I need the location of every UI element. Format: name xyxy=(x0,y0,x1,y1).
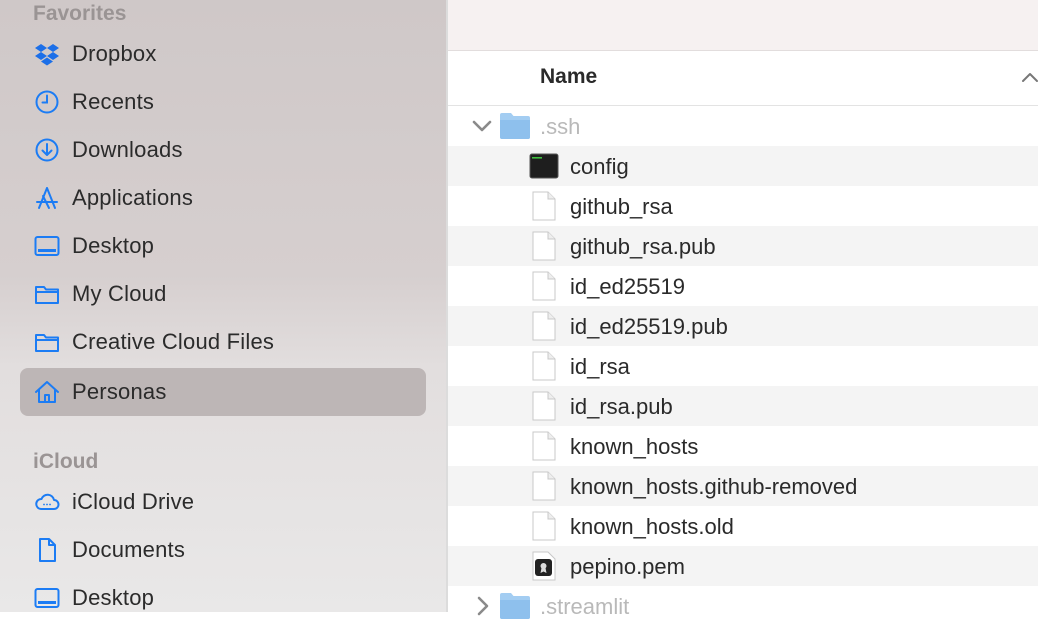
file-row-known-hosts-old[interactable]: known_hosts.old xyxy=(448,506,1038,546)
sidebar-item-label: Recents xyxy=(72,89,155,114)
download-icon xyxy=(33,136,61,164)
file-name: pepino.pem xyxy=(570,554,685,579)
name-column-header[interactable]: Name xyxy=(540,65,597,89)
document-icon xyxy=(532,511,556,541)
file-name: config xyxy=(570,154,629,179)
file-row-id-rsa[interactable]: id_rsa xyxy=(448,346,1038,386)
sidebar-item-applications[interactable]: Applications xyxy=(20,174,426,222)
sidebar-item-personas[interactable]: Personas xyxy=(20,368,426,416)
folder-icon xyxy=(500,113,530,139)
sidebar-item-label: My Cloud xyxy=(72,281,167,306)
sidebar: Favorites Dropbox Recents Downloads Appl… xyxy=(0,0,446,612)
sidebar-item-label: Dropbox xyxy=(72,41,157,66)
file-name: known_hosts.old xyxy=(570,514,734,539)
sidebar-item-documents[interactable]: Documents xyxy=(20,526,426,574)
toolbar xyxy=(448,0,1038,51)
file-row-streamlit[interactable]: .streamlit xyxy=(448,586,1038,626)
file-name: .ssh xyxy=(540,114,581,139)
document-icon xyxy=(532,351,556,381)
file-name: known_hosts.github-removed xyxy=(570,474,858,499)
file-row-id-ed25519[interactable]: id_ed25519 xyxy=(448,266,1038,306)
desktop-icon xyxy=(33,584,61,612)
document-icon xyxy=(532,471,556,501)
file-row-config[interactable]: config xyxy=(448,146,1038,186)
home-icon xyxy=(33,378,61,406)
file-row-ssh[interactable]: .ssh xyxy=(448,106,1038,146)
folder-icon xyxy=(33,280,61,308)
favorites-section-title: Favorites xyxy=(33,2,127,25)
document-icon xyxy=(532,191,556,221)
sidebar-item-my-cloud[interactable]: My Cloud xyxy=(20,270,426,318)
file-name: id_ed25519 xyxy=(570,274,686,299)
terminal-icon xyxy=(529,153,559,179)
sidebar-item-label: Desktop xyxy=(72,233,155,258)
file-name: known_hosts xyxy=(570,434,699,459)
file-row-github-rsa[interactable]: github_rsa xyxy=(448,186,1038,226)
sidebar-item-creative-cloud-files[interactable]: Creative Cloud Files xyxy=(20,318,426,366)
folder-icon xyxy=(500,593,530,619)
clock-icon xyxy=(33,88,61,116)
sidebar-item-dropbox[interactable]: Dropbox xyxy=(20,30,426,78)
file-name: .streamlit xyxy=(540,594,630,619)
desktop-icon xyxy=(33,232,61,260)
sidebar-item-label: iCloud Drive xyxy=(72,489,195,514)
sort-ascending-icon[interactable] xyxy=(1020,67,1038,87)
file-name: id_ed25519.pub xyxy=(570,314,728,339)
sidebar-item-downloads[interactable]: Downloads xyxy=(20,126,426,174)
document-icon xyxy=(532,311,556,341)
sidebar-item-label: Desktop xyxy=(72,585,155,610)
file-row-id-rsa-pub[interactable]: id_rsa.pub xyxy=(448,386,1038,426)
document-icon xyxy=(33,536,61,564)
file-name: github_rsa.pub xyxy=(570,234,716,259)
document-icon xyxy=(532,431,556,461)
icloud-section-title: iCloud xyxy=(33,450,99,473)
applications-icon xyxy=(33,184,61,212)
file-row-known-hosts-github-removed[interactable]: known_hosts.github-removed xyxy=(448,466,1038,506)
sidebar-item-recents[interactable]: Recents xyxy=(20,78,426,126)
icloud-icon xyxy=(33,488,61,516)
column-header[interactable]: Name xyxy=(448,51,1038,106)
certificate-icon xyxy=(532,551,556,581)
folder-icon xyxy=(33,328,61,356)
file-row-known-hosts[interactable]: known_hosts xyxy=(448,426,1038,466)
file-list: .ssh config github_rsa github_rsa.pub id… xyxy=(448,106,1038,619)
file-row-pepino-pem[interactable]: pepino.pem xyxy=(448,546,1038,586)
sidebar-item-label: Downloads xyxy=(72,137,183,162)
sidebar-item-icloud-desktop[interactable]: Desktop xyxy=(20,574,426,612)
sidebar-item-desktop[interactable]: Desktop xyxy=(20,222,426,270)
file-row-id-ed25519-pub[interactable]: id_ed25519.pub xyxy=(448,306,1038,346)
chevron-right-icon[interactable] xyxy=(470,594,494,618)
sidebar-item-label: Applications xyxy=(72,185,194,210)
sidebar-item-label: Creative Cloud Files xyxy=(72,329,275,354)
sidebar-item-label: Documents xyxy=(72,537,186,562)
sidebar-item-icloud-drive[interactable]: iCloud Drive xyxy=(20,478,426,526)
file-name: id_rsa xyxy=(570,354,630,379)
document-icon xyxy=(532,271,556,301)
file-row-github-rsa-pub[interactable]: github_rsa.pub xyxy=(448,226,1038,266)
sidebar-item-label: Personas xyxy=(72,379,167,404)
file-name: github_rsa xyxy=(570,194,673,219)
file-name: id_rsa.pub xyxy=(570,394,673,419)
chevron-down-icon[interactable] xyxy=(470,114,494,138)
document-icon xyxy=(532,391,556,421)
document-icon xyxy=(532,231,556,261)
dropbox-icon xyxy=(33,40,61,68)
